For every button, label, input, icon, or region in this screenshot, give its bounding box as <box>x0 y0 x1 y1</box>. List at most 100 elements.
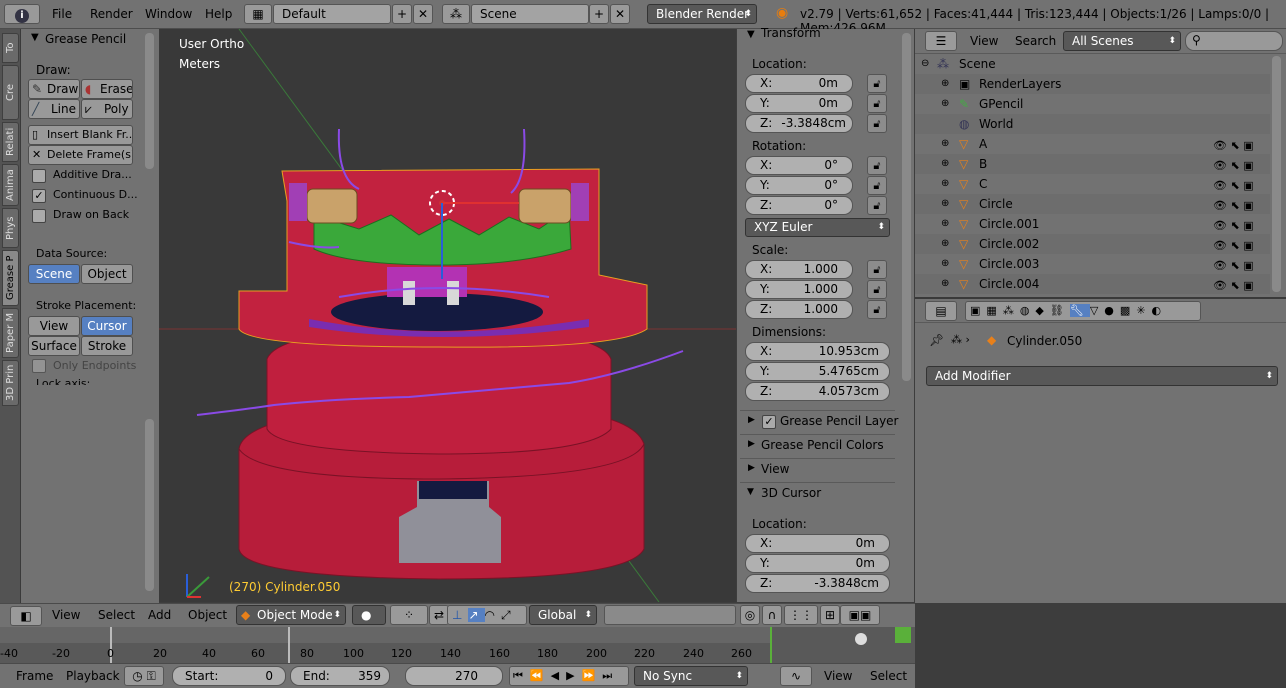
outliner-search-input[interactable]: ⚲ <box>1185 31 1283 51</box>
render-layers-icon[interactable]: ▦ <box>986 304 1002 317</box>
remove-scene-button[interactable]: ✕ <box>610 4 630 24</box>
data-icon[interactable]: ▽ <box>1090 304 1104 317</box>
outliner-search-menu[interactable]: Search <box>1015 34 1056 48</box>
expand-icon[interactable]: ⊕ <box>941 74 949 94</box>
cursor-y-field[interactable]: Y: 0m <box>745 554 890 573</box>
collapse-triangle-icon[interactable]: ▼ <box>747 29 755 40</box>
menu-help[interactable]: Help <box>205 7 232 21</box>
cursor-select-icon[interactable]: ⬉ <box>1230 199 1239 212</box>
rotation-mode-dropdown[interactable]: XYZ Euler ⬍ <box>745 218 890 237</box>
scale-icon[interactable]: ⤢ <box>501 608 517 622</box>
eye-icon[interactable]: 👁︎ <box>1213 199 1227 212</box>
lock-scale-x-button[interactable]: 🔓︎ <box>867 260 887 279</box>
dimension-x-field[interactable]: X: 10.953cm <box>745 342 890 361</box>
camera-icon[interactable]: ▣ <box>1243 219 1253 232</box>
remove-layout-button[interactable]: ✕ <box>413 4 433 24</box>
expand-icon[interactable]: ⊕ <box>941 174 949 194</box>
tab-physics[interactable]: Phys <box>2 208 19 248</box>
expand-icon[interactable]: ⊕ <box>941 134 949 154</box>
cursor-select-icon[interactable]: ⬉ <box>1230 139 1239 152</box>
expand-icon[interactable]: ⊕ <box>941 94 949 114</box>
expand-icon[interactable]: ⊕ <box>941 194 949 214</box>
outliner-scrollbar[interactable] <box>1272 56 1281 292</box>
tab-3d-print[interactable]: 3D Prin <box>2 360 19 406</box>
timeline-mini-scroller[interactable] <box>855 627 913 657</box>
current-frame-line[interactable] <box>770 627 772 663</box>
outliner-row-scene[interactable]: ⊖ ⁂ Scene <box>915 54 1270 74</box>
play-icon[interactable]: ▶ <box>566 669 581 682</box>
object-icon[interactable]: ◆ <box>1035 304 1049 317</box>
placement-stroke-button[interactable]: Stroke <box>81 336 133 356</box>
rotation-z-field[interactable]: Z: 0° <box>745 196 853 215</box>
prev-keyframe-icon[interactable]: ⏪ <box>530 669 551 682</box>
lock-rotation-y-button[interactable]: 🔓︎ <box>867 176 887 195</box>
timeline[interactable]: -40 -20 0 20 40 60 80 100 120 140 160 18… <box>0 627 915 663</box>
camera-icon[interactable]: ▣ <box>1243 199 1253 212</box>
draw-on-back-checkbox[interactable] <box>32 209 46 223</box>
lock-scale-y-button[interactable]: 🔓︎ <box>867 280 887 299</box>
manipulator-toggle-button[interactable]: ⇄ <box>429 605 449 625</box>
eye-icon[interactable]: 👁︎ <box>1213 179 1227 192</box>
expand-icon[interactable]: ⊕ <box>941 254 949 274</box>
tool-shelf-scrollbar[interactable] <box>145 33 154 169</box>
translate-icon[interactable]: ⊥ <box>452 608 468 622</box>
poly-button[interactable]: ⩗ Poly <box>81 99 133 119</box>
tab-create[interactable]: Cre <box>2 65 19 120</box>
camera-icon[interactable]: ▣ <box>1243 279 1253 292</box>
tab-tools[interactable]: To <box>2 33 19 63</box>
outliner-display-mode-dropdown[interactable]: All Scenes ⬍ <box>1063 31 1181 51</box>
properties-editor-type-button[interactable]: ▤ <box>925 301 957 321</box>
play-reverse-icon[interactable]: ◀ <box>551 669 566 682</box>
outliner-row-renderlayers[interactable]: ⊕ ▣ RenderLayers <box>915 74 1270 94</box>
gp-layers-panel-header[interactable]: ▶ ✓ Grease Pencil Layers <box>740 410 905 432</box>
collapse-triangle-icon[interactable]: ▼ <box>31 32 39 43</box>
proportional-edit-button[interactable]: ⊞ <box>820 605 840 625</box>
outliner-editor-type-button[interactable]: ☰ <box>925 31 957 51</box>
data-source-object-button[interactable]: Object <box>81 264 133 284</box>
menu-file[interactable]: File <box>52 7 72 21</box>
preview-range-button[interactable]: ◷ ⚿ <box>124 666 164 686</box>
world-icon[interactable]: ◍ <box>1020 304 1036 317</box>
playback-controls[interactable]: ⏮⏪◀▶⏩⏭ <box>509 666 629 686</box>
eye-icon[interactable]: 👁︎ <box>1213 219 1227 232</box>
insert-blank-frame-button[interactable]: ▯ Insert Blank Fr... <box>28 125 133 145</box>
outliner-row-gpencil[interactable]: ⊕ ✎ GPencil <box>915 94 1270 114</box>
data-source-scene-button[interactable]: Scene <box>28 264 80 284</box>
eye-icon[interactable]: 👁︎ <box>1213 239 1227 252</box>
scale-y-field[interactable]: Y: 1.000 <box>745 280 853 299</box>
camera-icon[interactable]: ▣ <box>1243 179 1253 192</box>
viewport-select-menu[interactable]: Select <box>98 608 135 622</box>
camera-icon[interactable]: ▣ <box>1243 139 1253 152</box>
add-layout-button[interactable]: + <box>392 4 412 24</box>
timeline-frame-menu[interactable]: Frame <box>16 669 53 683</box>
texture-icon[interactable]: ▩ <box>1120 304 1136 317</box>
collapse-icon[interactable]: ⊖ <box>921 54 929 74</box>
viewport-view-menu[interactable]: View <box>52 608 80 622</box>
cursor-select-icon[interactable]: ⬉ <box>1230 179 1239 192</box>
draw-button[interactable]: ✎ Draw <box>28 79 80 99</box>
dimension-y-field[interactable]: Y: 5.4765cm <box>745 362 890 381</box>
grease-pencil-panel-title[interactable]: Grease Pencil <box>45 32 126 46</box>
jump-end-icon[interactable]: ⏭ <box>602 669 619 682</box>
scene-icon[interactable]: ⁂ <box>1003 304 1020 317</box>
location-x-field[interactable]: X: 0m <box>745 74 853 93</box>
lock-location-y-button[interactable]: 🔓︎ <box>867 94 887 113</box>
lock-rotation-z-button[interactable]: 🔓︎ <box>867 196 887 215</box>
graph-view-menu[interactable]: View <box>824 669 852 683</box>
viewport-editor-type-button[interactable]: ◧ <box>10 606 42 626</box>
tab-paper-model[interactable]: Paper M <box>2 308 19 358</box>
cursor-select-icon[interactable]: ⬉ <box>1230 279 1239 292</box>
cursor-select-icon[interactable]: ⬉ <box>1230 239 1239 252</box>
eye-icon[interactable]: 👁︎ <box>1213 139 1227 152</box>
viewport-add-menu[interactable]: Add <box>148 608 171 622</box>
layer-buttons[interactable] <box>604 605 736 625</box>
render-engine-dropdown[interactable]: Blender Render ⬍ <box>647 4 757 24</box>
rotation-y-field[interactable]: Y: 0° <box>745 176 853 195</box>
3d-cursor-panel-header[interactable]: ▼ 3D Cursor <box>740 482 895 504</box>
camera-icon[interactable]: ▣ <box>1243 239 1253 252</box>
outliner-row-world[interactable]: ◍ World <box>915 114 1270 134</box>
constraint-icon[interactable]: ⛓ <box>1050 304 1070 317</box>
location-y-field[interactable]: Y: 0m <box>745 94 853 113</box>
cursor-select-icon[interactable]: ⬉ <box>1230 219 1239 232</box>
lock-rotation-x-button[interactable]: 🔓︎ <box>867 156 887 175</box>
